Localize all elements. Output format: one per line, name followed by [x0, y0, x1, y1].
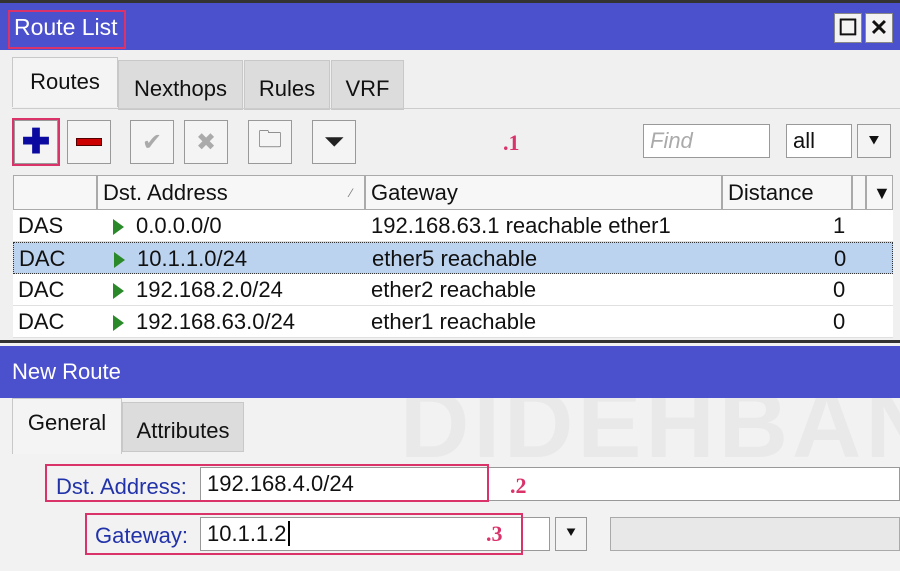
gateway-cell: 192.168.63.1 reachable ether1: [371, 213, 671, 238]
flags-cell: DAC: [18, 277, 65, 302]
flags-cell: DAC: [19, 246, 66, 271]
new-route-title: New Route: [12, 359, 121, 384]
dst-value: 192.168.63.0/24: [136, 309, 296, 334]
check-icon: ✔: [141, 128, 163, 156]
gateway-dropdown-button[interactable]: ⯆: [555, 517, 587, 551]
routes-table: DAS 0.0.0.0/0 192.168.63.1 reachable eth…: [13, 210, 893, 340]
route-list-titlebar: [0, 0, 900, 50]
remove-button[interactable]: [67, 120, 111, 164]
highlight-box: [12, 118, 60, 166]
table-row[interactable]: DAC 192.168.2.0/24 ether2 reachable 0: [13, 274, 893, 306]
filter-select[interactable]: all: [786, 124, 852, 158]
step-label-3: .3: [486, 521, 503, 546]
gateway-status-field: [610, 517, 900, 551]
comment-icon: 🗀: [258, 125, 282, 153]
comment-button[interactable]: 🗀: [248, 120, 292, 164]
dst-value: 192.168.2.0/24: [136, 277, 283, 302]
column-dst-address[interactable]: Dst. Address ⁄: [97, 175, 365, 210]
x-icon: ✖: [195, 128, 217, 156]
dst-cell: 10.1.1.0/24: [114, 243, 247, 275]
dst-value: 10.1.1.0/24: [137, 246, 248, 271]
highlight-box: [45, 464, 489, 502]
disable-button[interactable]: ✖: [184, 120, 228, 164]
minus-icon: [76, 138, 102, 146]
route-active-icon: [113, 283, 124, 299]
table-row[interactable]: DAC 192.168.63.0/24 ether1 reachable 0: [13, 306, 893, 338]
step-label-1: .1: [503, 130, 520, 155]
maximize-button[interactable]: ☐: [834, 13, 862, 43]
column-gateway[interactable]: Gateway: [365, 175, 722, 210]
tab-general[interactable]: General: [12, 398, 122, 454]
distance-cell: 0: [833, 309, 846, 334]
flags-cell: DAC: [18, 309, 65, 334]
close-button[interactable]: ✕: [865, 13, 893, 43]
highlight-box: [85, 513, 523, 555]
tab-attributes[interactable]: Attributes: [122, 402, 244, 452]
dropdown-button[interactable]: ⯆: [857, 124, 891, 158]
tab-routes[interactable]: Routes: [12, 57, 118, 107]
column-label: Dst. Address: [103, 180, 228, 205]
arrow-down-icon: ⯆: [866, 130, 882, 151]
gateway-cell: ether1 reachable: [371, 309, 537, 334]
tab-rules[interactable]: Rules: [244, 60, 330, 110]
filter-icon: ⏷: [323, 126, 345, 156]
new-route-titlebar: [0, 346, 900, 398]
dst-cell: 0.0.0.0/0: [113, 210, 222, 242]
column-flags[interactable]: [13, 175, 97, 210]
tab-nexthops[interactable]: Nexthops: [118, 60, 243, 110]
dst-cell: 192.168.63.0/24: [113, 306, 295, 338]
route-active-icon: [114, 252, 125, 268]
distance-cell: 0: [833, 277, 846, 302]
find-input[interactable]: Find: [643, 124, 770, 158]
route-active-icon: [113, 315, 124, 331]
arrow-down-icon: ⯆: [564, 525, 578, 542]
dst-value: 0.0.0.0/0: [136, 213, 222, 238]
sort-icon: ⁄: [349, 186, 352, 200]
filter-button[interactable]: ⏷: [312, 120, 356, 164]
step-label-2: .2: [510, 473, 527, 498]
highlight-box: [8, 10, 126, 49]
table-row-selected[interactable]: DAC 10.1.1.0/24 ether5 reachable 0: [13, 242, 893, 274]
table-row[interactable]: DAS 0.0.0.0/0 192.168.63.1 reachable eth…: [13, 210, 893, 242]
column-distance[interactable]: Distance: [722, 175, 852, 210]
column-menu-button[interactable]: ▼: [866, 175, 893, 210]
distance-cell: 1: [833, 213, 846, 238]
column-spacer: [852, 175, 866, 210]
enable-button[interactable]: ✔: [130, 120, 174, 164]
gateway-cell: ether5 reachable: [372, 246, 538, 271]
gateway-cell: ether2 reachable: [371, 277, 537, 302]
dst-cell: 192.168.2.0/24: [113, 274, 283, 306]
distance-cell: 0: [834, 246, 847, 271]
tab-vrf[interactable]: VRF: [331, 60, 404, 110]
flags-cell: DAS: [18, 213, 64, 238]
route-active-icon: [113, 219, 124, 235]
